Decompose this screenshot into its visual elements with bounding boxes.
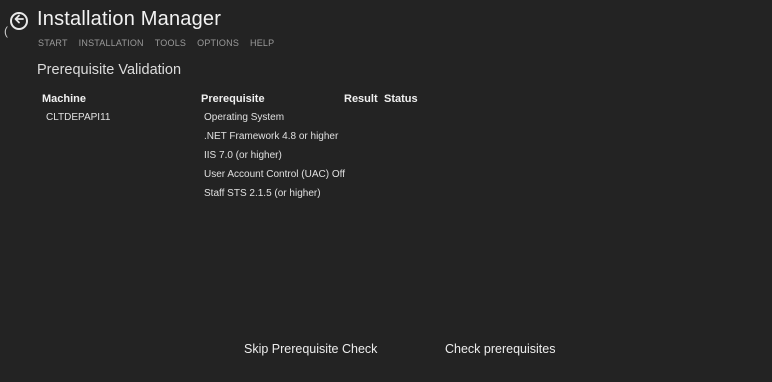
prerequisite-item: IIS 7.0 (or higher) xyxy=(204,150,282,161)
column-header-machine: Machine xyxy=(42,93,87,105)
prerequisite-item: User Account Control (UAC) Off xyxy=(204,169,345,180)
column-header-prerequisite: Prerequisite xyxy=(201,93,265,105)
column-header-result: Result xyxy=(344,93,378,105)
check-prerequisites-button[interactable]: Check prerequisites xyxy=(445,342,555,356)
main-menu: START INSTALLATION TOOLS OPTIONS HELP xyxy=(38,38,274,48)
menu-item-options[interactable]: OPTIONS xyxy=(197,38,239,48)
prerequisite-item: Staff STS 2.1.5 (or higher) xyxy=(204,188,321,199)
prerequisite-item: Operating System xyxy=(204,112,285,123)
column-header-status: Status xyxy=(384,93,418,105)
skip-prerequisite-check-button[interactable]: Skip Prerequisite Check xyxy=(244,342,377,356)
menu-item-start[interactable]: START xyxy=(38,38,68,48)
page-title: Prerequisite Validation xyxy=(37,62,182,78)
menu-item-help[interactable]: HELP xyxy=(250,38,274,48)
arrow-left-circle-icon xyxy=(13,12,25,30)
app-title: Installation Manager xyxy=(37,8,222,30)
menu-item-installation[interactable]: INSTALLATION xyxy=(79,38,144,48)
machine-name: CLTDEPAPI11 xyxy=(46,112,111,123)
prerequisite-list: Operating System .NET Framework 4.8 or h… xyxy=(204,112,345,207)
back-button[interactable] xyxy=(10,12,28,30)
menu-item-tools[interactable]: TOOLS xyxy=(155,38,186,48)
window-edge-glyph: ( xyxy=(4,24,8,38)
prerequisite-item: .NET Framework 4.8 or higher xyxy=(204,131,339,142)
